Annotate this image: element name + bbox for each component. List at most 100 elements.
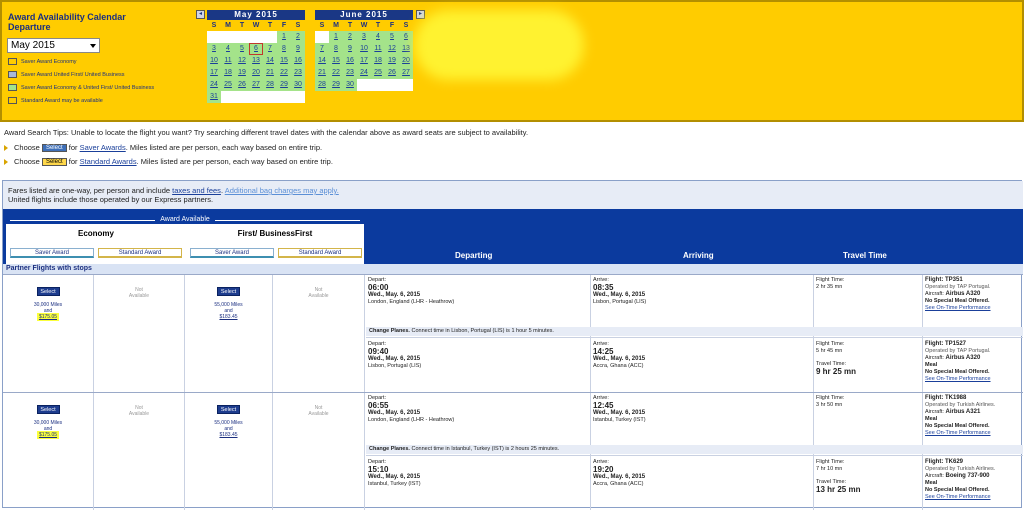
calendar-day[interactable]: 19 [385,55,399,67]
calendar-day[interactable]: 9 [291,43,305,55]
calendar-day-selected[interactable]: 6 [249,43,263,55]
calendar-day[interactable]: 22 [329,67,343,79]
depart-date: Wed., May. 6, 2015 [368,474,421,480]
calendar-day[interactable]: 23 [343,67,357,79]
taxes-fees-link[interactable]: taxes and fees [172,186,221,195]
first-price: $183.45 [219,314,238,320]
flight-time-value: 7 hr 10 mn [816,466,843,472]
flight-time-value: 3 hr 50 mn [816,402,843,408]
on-time-performance-link[interactable]: See On-Time Performance [925,494,1021,501]
calendar-day[interactable]: 13 [399,43,413,55]
calendar-day[interactable]: 5 [385,31,399,43]
economy-saver-tab[interactable]: Saver Award [10,248,94,258]
segment-time: Flight Time: 7 hr 10 mn Travel Time: 13 … [816,459,916,494]
tip-text: Choose [14,157,40,166]
calendar-day[interactable]: 8 [277,43,291,55]
depart-date: Wed., May. 6, 2015 [368,292,421,298]
saver-awards-link[interactable]: Saver Awards [80,143,126,152]
calendar-day[interactable]: 10 [357,43,371,55]
calendar-day[interactable]: 15 [277,55,291,67]
calendar-day[interactable]: 1 [277,31,291,43]
calendar-day[interactable]: 28 [315,79,329,91]
arrive-date: Wed., May. 6, 2015 [593,356,646,362]
calendar-day[interactable]: 18 [221,67,235,79]
calendar-day[interactable]: 10 [207,55,221,67]
calendar-day[interactable]: 12 [385,43,399,55]
first-saver-select-button[interactable]: Select [217,287,240,296]
arrive-time: 14:25 [593,347,614,356]
calendar-day[interactable]: 18 [371,55,385,67]
calendar-day[interactable]: 12 [235,55,249,67]
calendar-day[interactable]: 17 [357,55,371,67]
calendar-day[interactable]: 22 [277,67,291,79]
calendar-day[interactable]: 23 [291,67,305,79]
calendar-day[interactable]: 9 [343,43,357,55]
calendar-day[interactable]: 15 [329,55,343,67]
calendar-day[interactable]: 4 [371,31,385,43]
calendar-day[interactable]: 5 [235,43,249,55]
calendar-day[interactable]: 21 [315,67,329,79]
calendar-day[interactable]: 11 [371,43,385,55]
calendar-day[interactable]: 26 [235,79,249,91]
on-time-performance-link[interactable]: See On-Time Performance [925,376,1021,383]
calendar-day[interactable]: 27 [399,67,413,79]
calendar-day[interactable]: 30 [291,79,305,91]
tip-text: . Miles listed are per person, each way … [136,157,333,166]
calendar-day[interactable]: 3 [357,31,371,43]
calendar-title-line1: Award Availability Calendar [8,12,126,22]
calendar-day[interactable]: 16 [343,55,357,67]
calendar-day[interactable]: 14 [263,55,277,67]
on-time-performance-link[interactable]: See On-Time Performance [925,305,1021,312]
calendar-day[interactable]: 17 [207,67,221,79]
calendar-day[interactable]: 21 [263,67,277,79]
calendar-day[interactable]: 1 [329,31,343,43]
calendar-day[interactable]: 16 [291,55,305,67]
calendar-day[interactable]: 14 [315,55,329,67]
calendar-day[interactable]: 25 [221,79,235,91]
calendar-day[interactable]: 7 [315,43,329,55]
calendar-day[interactable]: 20 [399,55,413,67]
prev-month-icon[interactable]: ◂ [196,10,205,19]
next-month-icon[interactable]: ▸ [416,10,425,19]
calendar-day[interactable]: 26 [385,67,399,79]
standard-awards-link[interactable]: Standard Awards [80,157,137,166]
on-time-performance-link[interactable]: See On-Time Performance [925,430,1021,437]
first-standard-tab[interactable]: Standard Award [278,248,362,258]
depart-airport: London, England (LHR - Heathrow) [368,417,455,423]
calendar-day[interactable]: 28 [263,79,277,91]
segment-divider [366,455,1023,456]
first-saver-select-button[interactable]: Select [217,405,240,414]
calendar-day[interactable]: 7 [263,43,277,55]
legend-label: Standard Award may be available [21,97,103,104]
calendar-day[interactable]: 6 [399,31,413,43]
calendar-day[interactable]: 13 [249,55,263,67]
calendar-day[interactable]: 29 [329,79,343,91]
calendar-day[interactable]: 24 [207,79,221,91]
economy-standard-tab[interactable]: Standard Award [98,248,182,258]
calendar-day[interactable]: 30 [343,79,357,91]
calendar-day[interactable]: 19 [235,67,249,79]
calendar-day[interactable]: 29 [277,79,291,91]
calendar-day[interactable]: 31 [207,91,221,103]
arrive-label: Arrive: [593,395,609,401]
calendar-day[interactable]: 8 [329,43,343,55]
segment-time: Flight Time: 2 hr 35 mn [816,277,916,297]
bag-charges-link[interactable]: Additional bag charges may apply. [225,186,339,195]
economy-saver-select-button[interactable]: Select [36,405,60,414]
calendar-day[interactable]: 2 [343,31,357,43]
calendar-day[interactable]: 11 [221,55,235,67]
calendar-day[interactable]: 4 [221,43,235,55]
calendar-day[interactable]: 25 [371,67,385,79]
calendar-day[interactable]: 20 [249,67,263,79]
calendar-day[interactable]: 27 [249,79,263,91]
first-saver-tab[interactable]: Saver Award [190,248,274,258]
operated-by: Operated by TAP Portugal. [925,284,991,290]
economy-saver-select-button[interactable]: Select [36,287,60,296]
month-select-value: May 2015 [11,40,55,51]
month-select[interactable]: May 2015 [7,38,100,53]
chevron-down-icon [90,44,96,48]
calendar-day[interactable]: 2 [291,31,305,43]
legend-saver-economy: Saver Award Economy [8,57,77,66]
calendar-day[interactable]: 3 [207,43,221,55]
calendar-day[interactable]: 24 [357,67,371,79]
